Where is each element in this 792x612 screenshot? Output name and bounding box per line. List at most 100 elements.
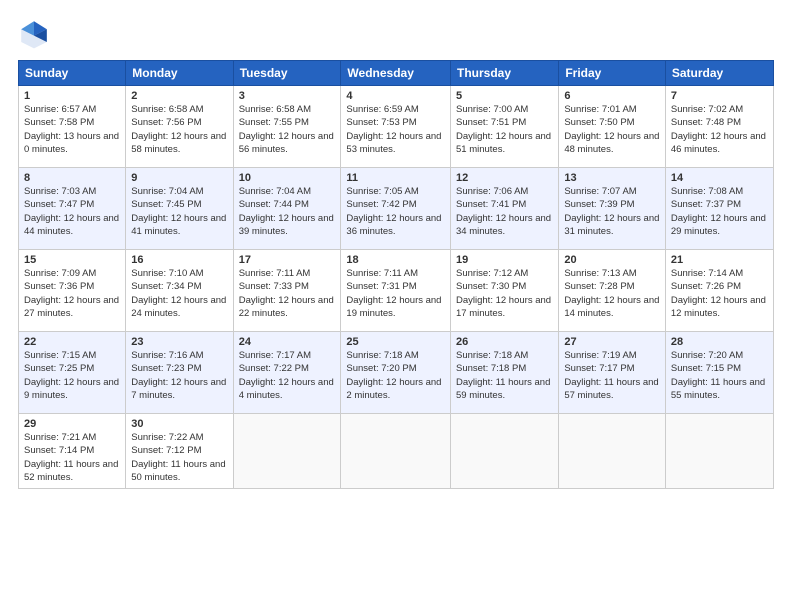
- day-info: Sunrise: 7:21 AMSunset: 7:14 PMDaylight:…: [24, 431, 120, 484]
- calendar-day-cell: 1Sunrise: 6:57 AMSunset: 7:58 PMDaylight…: [19, 86, 126, 168]
- day-info: Sunrise: 7:01 AMSunset: 7:50 PMDaylight:…: [564, 103, 660, 156]
- calendar-day-cell: 22Sunrise: 7:15 AMSunset: 7:25 PMDayligh…: [19, 332, 126, 414]
- day-number: 22: [24, 336, 120, 348]
- calendar-day-cell: 25Sunrise: 7:18 AMSunset: 7:20 PMDayligh…: [341, 332, 451, 414]
- calendar-day-cell: 16Sunrise: 7:10 AMSunset: 7:34 PMDayligh…: [126, 250, 233, 332]
- day-number: 23: [131, 336, 227, 348]
- day-number: 1: [24, 90, 120, 102]
- weekday-header: Thursday: [451, 61, 559, 86]
- day-number: 16: [131, 254, 227, 266]
- day-number: 5: [456, 90, 553, 102]
- day-number: 2: [131, 90, 227, 102]
- calendar-day-cell: 27Sunrise: 7:19 AMSunset: 7:17 PMDayligh…: [559, 332, 666, 414]
- calendar-day-cell: 15Sunrise: 7:09 AMSunset: 7:36 PMDayligh…: [19, 250, 126, 332]
- calendar-day-cell: 6Sunrise: 7:01 AMSunset: 7:50 PMDaylight…: [559, 86, 666, 168]
- page: SundayMondayTuesdayWednesdayThursdayFrid…: [0, 0, 792, 612]
- logo-icon: [18, 18, 50, 50]
- day-number: 7: [671, 90, 768, 102]
- day-info: Sunrise: 7:20 AMSunset: 7:15 PMDaylight:…: [671, 349, 768, 402]
- calendar-day-cell: [665, 414, 773, 489]
- day-number: 26: [456, 336, 553, 348]
- day-number: 24: [239, 336, 336, 348]
- calendar-day-cell: 24Sunrise: 7:17 AMSunset: 7:22 PMDayligh…: [233, 332, 341, 414]
- day-info: Sunrise: 6:58 AMSunset: 7:55 PMDaylight:…: [239, 103, 336, 156]
- day-info: Sunrise: 7:17 AMSunset: 7:22 PMDaylight:…: [239, 349, 336, 402]
- day-info: Sunrise: 7:07 AMSunset: 7:39 PMDaylight:…: [564, 185, 660, 238]
- day-info: Sunrise: 7:06 AMSunset: 7:41 PMDaylight:…: [456, 185, 553, 238]
- day-info: Sunrise: 7:05 AMSunset: 7:42 PMDaylight:…: [346, 185, 445, 238]
- day-info: Sunrise: 7:08 AMSunset: 7:37 PMDaylight:…: [671, 185, 768, 238]
- day-info: Sunrise: 7:18 AMSunset: 7:18 PMDaylight:…: [456, 349, 553, 402]
- calendar-day-cell: 2Sunrise: 6:58 AMSunset: 7:56 PMDaylight…: [126, 86, 233, 168]
- day-number: 17: [239, 254, 336, 266]
- calendar-week-row: 29Sunrise: 7:21 AMSunset: 7:14 PMDayligh…: [19, 414, 774, 489]
- calendar-week-row: 22Sunrise: 7:15 AMSunset: 7:25 PMDayligh…: [19, 332, 774, 414]
- day-info: Sunrise: 7:11 AMSunset: 7:33 PMDaylight:…: [239, 267, 336, 320]
- day-info: Sunrise: 7:14 AMSunset: 7:26 PMDaylight:…: [671, 267, 768, 320]
- weekday-header: Saturday: [665, 61, 773, 86]
- calendar-day-cell: 4Sunrise: 6:59 AMSunset: 7:53 PMDaylight…: [341, 86, 451, 168]
- calendar-day-cell: 29Sunrise: 7:21 AMSunset: 7:14 PMDayligh…: [19, 414, 126, 489]
- day-info: Sunrise: 7:11 AMSunset: 7:31 PMDaylight:…: [346, 267, 445, 320]
- day-info: Sunrise: 7:04 AMSunset: 7:44 PMDaylight:…: [239, 185, 336, 238]
- day-number: 9: [131, 172, 227, 184]
- day-number: 10: [239, 172, 336, 184]
- day-number: 6: [564, 90, 660, 102]
- calendar-day-cell: 17Sunrise: 7:11 AMSunset: 7:33 PMDayligh…: [233, 250, 341, 332]
- day-info: Sunrise: 6:57 AMSunset: 7:58 PMDaylight:…: [24, 103, 120, 156]
- calendar-day-cell: 21Sunrise: 7:14 AMSunset: 7:26 PMDayligh…: [665, 250, 773, 332]
- day-info: Sunrise: 7:09 AMSunset: 7:36 PMDaylight:…: [24, 267, 120, 320]
- day-info: Sunrise: 7:22 AMSunset: 7:12 PMDaylight:…: [131, 431, 227, 484]
- header: [18, 18, 774, 50]
- calendar-day-cell: 12Sunrise: 7:06 AMSunset: 7:41 PMDayligh…: [451, 168, 559, 250]
- calendar-day-cell: 20Sunrise: 7:13 AMSunset: 7:28 PMDayligh…: [559, 250, 666, 332]
- day-number: 13: [564, 172, 660, 184]
- day-info: Sunrise: 7:00 AMSunset: 7:51 PMDaylight:…: [456, 103, 553, 156]
- calendar-day-cell: 30Sunrise: 7:22 AMSunset: 7:12 PMDayligh…: [126, 414, 233, 489]
- calendar-day-cell: 8Sunrise: 7:03 AMSunset: 7:47 PMDaylight…: [19, 168, 126, 250]
- weekday-header: Friday: [559, 61, 666, 86]
- day-info: Sunrise: 7:03 AMSunset: 7:47 PMDaylight:…: [24, 185, 120, 238]
- day-info: Sunrise: 7:04 AMSunset: 7:45 PMDaylight:…: [131, 185, 227, 238]
- day-info: Sunrise: 6:59 AMSunset: 7:53 PMDaylight:…: [346, 103, 445, 156]
- day-info: Sunrise: 7:19 AMSunset: 7:17 PMDaylight:…: [564, 349, 660, 402]
- day-info: Sunrise: 7:10 AMSunset: 7:34 PMDaylight:…: [131, 267, 227, 320]
- day-number: 19: [456, 254, 553, 266]
- day-number: 21: [671, 254, 768, 266]
- day-number: 15: [24, 254, 120, 266]
- calendar-day-cell: 14Sunrise: 7:08 AMSunset: 7:37 PMDayligh…: [665, 168, 773, 250]
- day-number: 25: [346, 336, 445, 348]
- calendar-day-cell: 3Sunrise: 6:58 AMSunset: 7:55 PMDaylight…: [233, 86, 341, 168]
- day-number: 11: [346, 172, 445, 184]
- calendar-day-cell: 13Sunrise: 7:07 AMSunset: 7:39 PMDayligh…: [559, 168, 666, 250]
- calendar-week-row: 15Sunrise: 7:09 AMSunset: 7:36 PMDayligh…: [19, 250, 774, 332]
- calendar-day-cell: [559, 414, 666, 489]
- day-info: Sunrise: 6:58 AMSunset: 7:56 PMDaylight:…: [131, 103, 227, 156]
- day-info: Sunrise: 7:12 AMSunset: 7:30 PMDaylight:…: [456, 267, 553, 320]
- calendar-day-cell: 10Sunrise: 7:04 AMSunset: 7:44 PMDayligh…: [233, 168, 341, 250]
- day-number: 27: [564, 336, 660, 348]
- day-number: 3: [239, 90, 336, 102]
- day-info: Sunrise: 7:02 AMSunset: 7:48 PMDaylight:…: [671, 103, 768, 156]
- day-number: 12: [456, 172, 553, 184]
- calendar-week-row: 1Sunrise: 6:57 AMSunset: 7:58 PMDaylight…: [19, 86, 774, 168]
- day-info: Sunrise: 7:16 AMSunset: 7:23 PMDaylight:…: [131, 349, 227, 402]
- day-info: Sunrise: 7:18 AMSunset: 7:20 PMDaylight:…: [346, 349, 445, 402]
- calendar-day-cell: 11Sunrise: 7:05 AMSunset: 7:42 PMDayligh…: [341, 168, 451, 250]
- day-number: 28: [671, 336, 768, 348]
- day-number: 30: [131, 418, 227, 430]
- header-row: SundayMondayTuesdayWednesdayThursdayFrid…: [19, 61, 774, 86]
- calendar-day-cell: 26Sunrise: 7:18 AMSunset: 7:18 PMDayligh…: [451, 332, 559, 414]
- calendar-day-cell: [341, 414, 451, 489]
- calendar-day-cell: 18Sunrise: 7:11 AMSunset: 7:31 PMDayligh…: [341, 250, 451, 332]
- calendar-day-cell: [233, 414, 341, 489]
- weekday-header: Monday: [126, 61, 233, 86]
- weekday-header: Wednesday: [341, 61, 451, 86]
- calendar-day-cell: 7Sunrise: 7:02 AMSunset: 7:48 PMDaylight…: [665, 86, 773, 168]
- weekday-header: Sunday: [19, 61, 126, 86]
- day-info: Sunrise: 7:15 AMSunset: 7:25 PMDaylight:…: [24, 349, 120, 402]
- logo: [18, 18, 56, 50]
- day-number: 14: [671, 172, 768, 184]
- day-info: Sunrise: 7:13 AMSunset: 7:28 PMDaylight:…: [564, 267, 660, 320]
- calendar-day-cell: 19Sunrise: 7:12 AMSunset: 7:30 PMDayligh…: [451, 250, 559, 332]
